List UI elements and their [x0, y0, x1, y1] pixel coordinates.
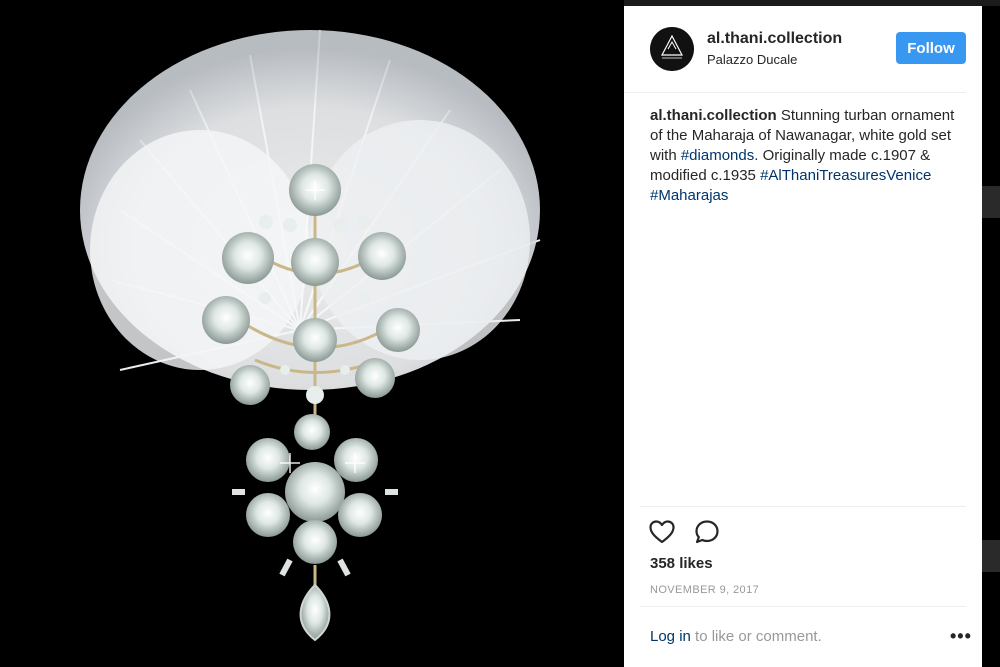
hashtag-link[interactable]: #Maharajas	[650, 187, 728, 204]
follow-button[interactable]: Follow	[896, 32, 966, 64]
post-caption: al.thani.collection Stunning turban orna…	[650, 106, 964, 206]
login-prompt: Log in to like or comment.	[650, 628, 822, 645]
ellipsis-icon[interactable]: •••	[950, 626, 972, 647]
divider	[640, 506, 966, 507]
post-date: NOVEMBER 9, 2017	[650, 584, 760, 596]
post-location[interactable]: Palazzo Ducale	[707, 52, 797, 67]
avatar[interactable]	[650, 27, 694, 71]
caption-username[interactable]: al.thani.collection	[650, 107, 777, 124]
post-sidebar: al.thani.collection Palazzo Ducale Follo…	[624, 6, 982, 667]
post-username[interactable]: al.thani.collection	[707, 30, 842, 48]
login-link[interactable]: Log in	[650, 628, 691, 645]
al-thani-logo	[650, 27, 694, 71]
divider	[640, 606, 966, 607]
login-prompt-text: to like or comment.	[690, 628, 822, 645]
edge-strip	[980, 186, 1000, 218]
like-count[interactable]: 358 likes	[650, 555, 713, 572]
turban-ornament-image	[80, 29, 541, 642]
heart-outline-icon[interactable]	[648, 518, 676, 546]
hashtag-link[interactable]: #AlThaniTreasuresVenice	[760, 167, 931, 184]
speech-bubble-icon[interactable]	[693, 518, 721, 546]
hashtag-link[interactable]: #diamonds	[681, 147, 754, 164]
edge-strip	[980, 540, 1000, 572]
post-image[interactable]	[0, 0, 624, 667]
post-header: al.thani.collection Palazzo Ducale Follo…	[624, 6, 966, 93]
